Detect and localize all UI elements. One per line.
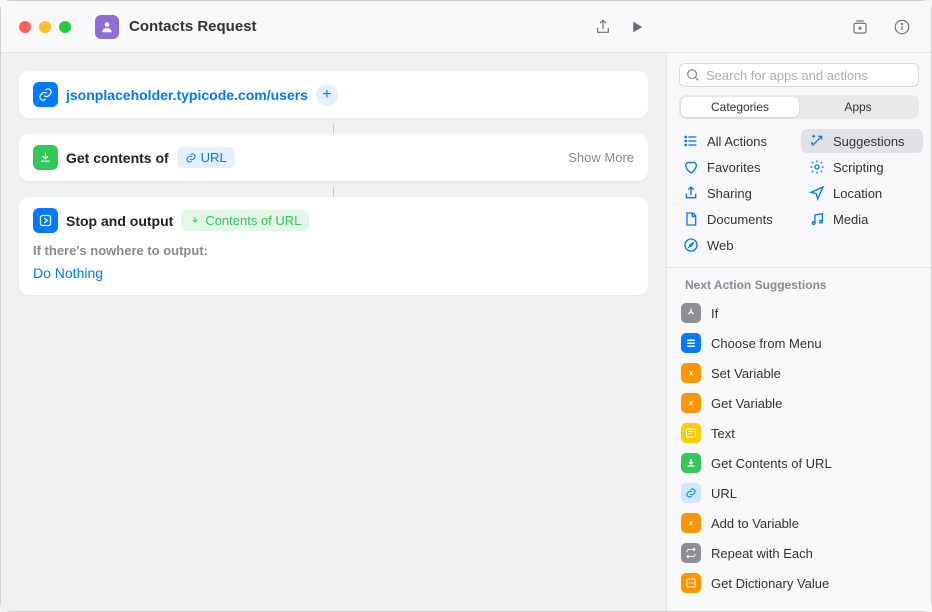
- titlebar: Contacts Request: [1, 1, 931, 53]
- share-button[interactable]: [586, 13, 620, 41]
- suggestion-icon: x: [681, 363, 701, 383]
- output-icon: [33, 208, 58, 233]
- suggestion-if[interactable]: If: [667, 298, 931, 328]
- suggestion-url[interactable]: URL: [667, 478, 931, 508]
- suggestion-choose-from-menu[interactable]: Choose from Menu: [667, 328, 931, 358]
- action-url-card[interactable]: jsonplaceholder.typicode.com/users +: [19, 71, 648, 118]
- category-all-actions[interactable]: All Actions: [675, 129, 797, 153]
- traffic-lights: [19, 21, 71, 33]
- info-button[interactable]: [885, 13, 919, 41]
- suggestion-icon: [681, 333, 701, 353]
- url-token[interactable]: URL: [177, 147, 235, 168]
- suggestions-header: Next Action Suggestions: [667, 267, 931, 298]
- category-suggestions[interactable]: Suggestions: [801, 129, 923, 153]
- tab-categories[interactable]: Categories: [681, 97, 799, 117]
- connector-line: [19, 124, 648, 134]
- suggestion-text[interactable]: Text: [667, 418, 931, 448]
- suggestion-icon: [681, 303, 701, 323]
- suggestion-get-dictionary-value[interactable]: Get Dictionary Value: [667, 568, 931, 598]
- suggestion-icon: [681, 483, 701, 503]
- contents-token[interactable]: Contents of URL: [181, 210, 309, 231]
- action-title: Get contents of: [66, 150, 169, 166]
- do-nothing-option[interactable]: Do Nothing: [33, 262, 634, 284]
- svg-text:x: x: [689, 369, 694, 378]
- suggestion-icon: x: [681, 393, 701, 413]
- connector-line: [19, 187, 648, 197]
- category-favorites[interactable]: Favorites: [675, 155, 797, 179]
- action-title: Stop and output: [66, 213, 173, 229]
- suggestion-repeat-with-each[interactable]: Repeat with Each: [667, 538, 931, 568]
- download-icon: [33, 145, 58, 170]
- tab-apps[interactable]: Apps: [799, 97, 917, 117]
- suggestion-icon: [681, 573, 701, 593]
- segmented-control[interactable]: Categories Apps: [679, 95, 919, 119]
- suggestion-get-contents-of-url[interactable]: Get Contents of URL: [667, 448, 931, 478]
- suggestion-icon: [681, 423, 701, 443]
- add-url-button[interactable]: +: [316, 84, 338, 106]
- suggestion-icon: [681, 453, 701, 473]
- action-get-contents-card[interactable]: Get contents of URL Show More: [19, 134, 648, 181]
- suggestion-list: IfChoose from MenuxSet VariablexGet Vari…: [667, 298, 931, 611]
- category-sharing[interactable]: Sharing: [675, 181, 797, 205]
- workflow-canvas[interactable]: jsonplaceholder.typicode.com/users + Get…: [1, 53, 666, 611]
- window-title: Contacts Request: [129, 18, 586, 35]
- run-button[interactable]: [620, 13, 654, 41]
- category-scripting[interactable]: Scripting: [801, 155, 923, 179]
- action-stop-output-card[interactable]: Stop and output Contents of URL If there…: [19, 197, 648, 295]
- library-button[interactable]: [843, 13, 877, 41]
- suggestion-add-to-variable[interactable]: xAdd to Variable: [667, 508, 931, 538]
- category-media[interactable]: Media: [801, 207, 923, 231]
- category-documents[interactable]: Documents: [675, 207, 797, 231]
- suggestion-set-variable[interactable]: xSet Variable: [667, 358, 931, 388]
- suggestion-icon: [681, 543, 701, 563]
- category-web[interactable]: Web: [675, 233, 797, 257]
- nowhere-label: If there's nowhere to output:: [33, 243, 634, 258]
- category-location[interactable]: Location: [801, 181, 923, 205]
- suggestion-get-variable[interactable]: xGet Variable: [667, 388, 931, 418]
- show-more-button[interactable]: Show More: [568, 150, 634, 165]
- svg-text:x: x: [689, 519, 694, 528]
- suggestion-icon: x: [681, 513, 701, 533]
- link-icon: [33, 82, 58, 107]
- zoom-window[interactable]: [59, 21, 71, 33]
- svg-text:x: x: [689, 399, 694, 408]
- url-value[interactable]: jsonplaceholder.typicode.com/users: [66, 87, 308, 103]
- minimize-window[interactable]: [39, 21, 51, 33]
- close-window[interactable]: [19, 21, 31, 33]
- search-input[interactable]: [679, 63, 919, 87]
- sidebar: Categories Apps All ActionsSuggestionsFa…: [666, 53, 931, 611]
- shortcut-app-icon: [95, 15, 119, 39]
- category-grid: All ActionsSuggestionsFavoritesScripting…: [667, 129, 931, 267]
